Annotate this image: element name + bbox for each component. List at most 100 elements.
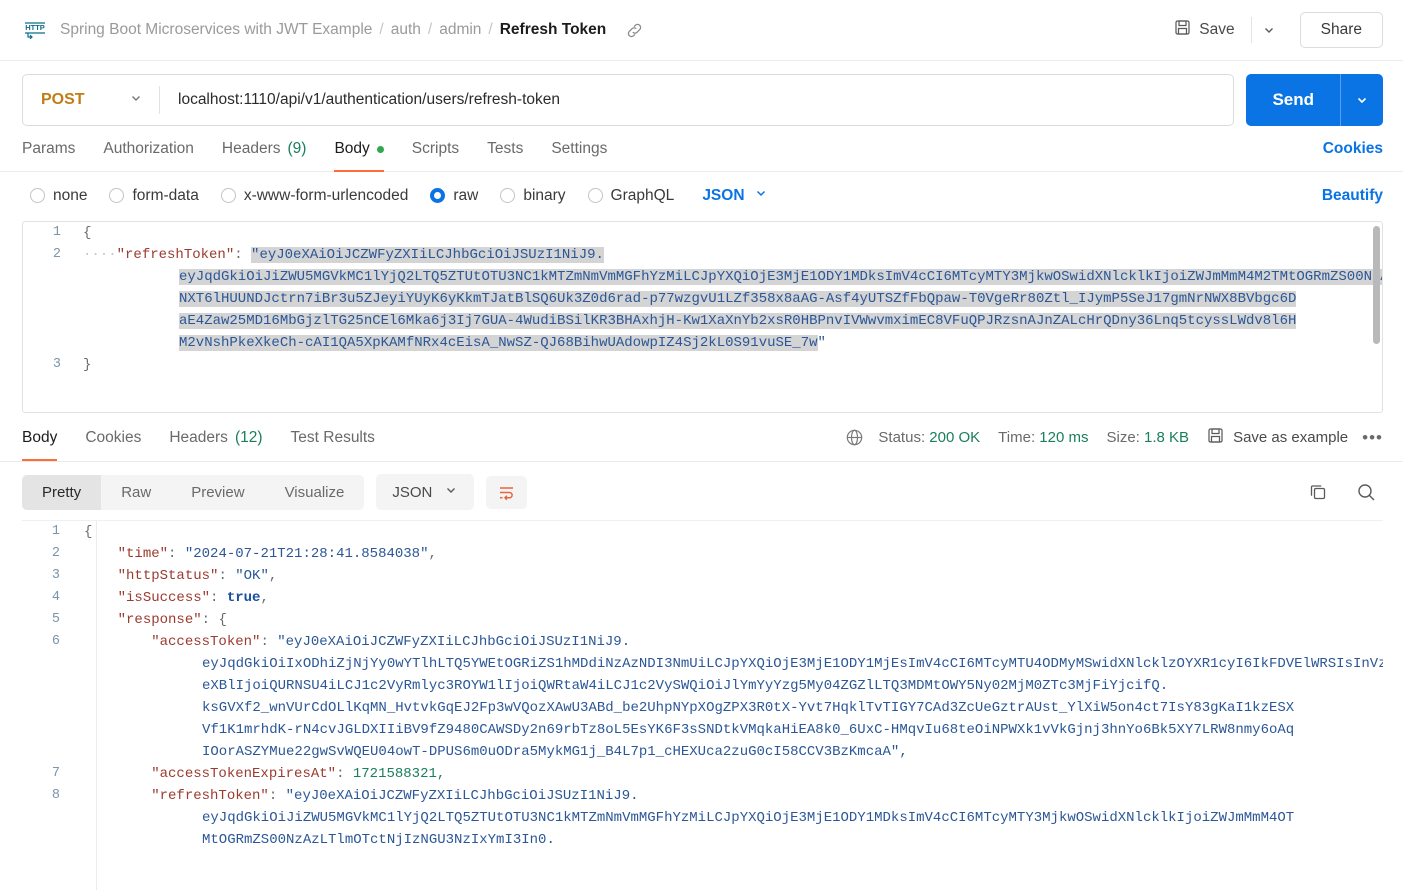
jwt-segment: aE4Zaw25MD16MbGjzlTG25nCEl6Mka6j3Ij7GUA-… xyxy=(179,313,1297,329)
tab-body[interactable]: Body xyxy=(320,140,397,172)
code-line: M2vNshPkeXkeCh-cAI1QA5XpKAMfNRx4cEisA_Nw… xyxy=(23,332,1382,354)
share-button[interactable]: Share xyxy=(1299,12,1383,48)
json-colon: : xyxy=(210,590,227,606)
cookies-link[interactable]: Cookies xyxy=(1323,140,1383,171)
body-type-none[interactable]: none xyxy=(30,187,87,205)
svg-text:HTTP: HTTP xyxy=(25,23,45,32)
jwt-segment: IOorASZYMue22gwSvWQEU04owT-DPUS6m0uODra5… xyxy=(202,744,908,760)
send-button[interactable]: Send xyxy=(1246,74,1340,126)
json-key: "httpStatus" xyxy=(117,568,219,584)
json-comma: , xyxy=(268,568,278,584)
view-preview[interactable]: Preview xyxy=(171,475,264,510)
jwt-segment: eyJ0eXAiOiJCZWFyZXIiLCJhbGciOiJSUzI1NiJ9… xyxy=(259,247,604,263)
http-icon: HTTP xyxy=(22,19,48,41)
breadcrumb-collection[interactable]: Spring Boot Microservices with JWT Examp… xyxy=(60,21,372,39)
beautify-button[interactable]: Beautify xyxy=(1322,187,1383,205)
body-type-binary[interactable]: binary xyxy=(500,187,566,205)
code-content: } xyxy=(75,354,1382,376)
response-tab-body[interactable]: Body xyxy=(22,428,71,461)
tab-scripts[interactable]: Scripts xyxy=(398,140,473,171)
breadcrumb-subfolder[interactable]: admin xyxy=(439,21,481,39)
chevron-down-icon xyxy=(444,483,458,501)
view-visualize[interactable]: Visualize xyxy=(265,475,365,510)
line-number: 1 xyxy=(51,524,60,539)
body-type-graphql[interactable]: GraphQL xyxy=(587,187,674,205)
breadcrumb: Spring Boot Microservices with JWT Examp… xyxy=(60,21,606,39)
tab-authorization[interactable]: Authorization xyxy=(89,140,207,171)
status-value: 200 OK xyxy=(929,429,981,446)
breadcrumb-folder[interactable]: auth xyxy=(391,21,421,39)
tab-label: Tests xyxy=(487,140,524,157)
size-label: Size: xyxy=(1106,429,1140,446)
send-button-group: Send xyxy=(1246,74,1383,126)
tab-tests[interactable]: Tests xyxy=(473,140,537,171)
response-body-viewer[interactable]: 1 { 2 "time": "2024-07-21T21:28:41.85840… xyxy=(22,520,1383,890)
search-icon[interactable] xyxy=(1356,482,1377,503)
body-type-label: raw xyxy=(453,186,479,204)
url-input[interactable] xyxy=(160,75,1234,125)
jwt-segment: ksGVXf2_wnVUrCdOLlKqMN_HvtvkGqEJ2Fp3wVQo… xyxy=(202,700,1295,716)
code-content: "refreshToken": "eyJ0eXAiOiJCZWFyZXIiLCJ… xyxy=(74,785,1383,807)
ellipsis-icon[interactable]: ••• xyxy=(1362,428,1383,448)
code-line: eyJqdGkiOiIxODhiZjNjYy0wYTlhLTQ5YWEtOGRi… xyxy=(22,653,1383,675)
status-badge: Status: 200 OK xyxy=(878,429,980,446)
link-icon[interactable] xyxy=(626,22,643,39)
tab-label: Body xyxy=(334,140,370,157)
line-number: 4 xyxy=(51,590,60,605)
save-options-chevron-down-icon[interactable] xyxy=(1250,17,1286,43)
response-format-selector[interactable]: JSON xyxy=(376,474,475,510)
code-content: { xyxy=(74,521,1383,543)
line-number: 3 xyxy=(51,568,60,583)
code-line: 2 ····"refreshToken": "eyJ0eXAiOiJCZWFyZ… xyxy=(23,244,1382,266)
json-brace: { xyxy=(218,612,227,628)
body-type-form-data[interactable]: form-data xyxy=(109,187,199,205)
status-label: Status: xyxy=(878,429,926,446)
json-value: "2024-07-21T21:28:41.8584038" xyxy=(184,546,429,562)
save-as-example-button[interactable]: Save as example xyxy=(1207,427,1348,448)
line-number: 7 xyxy=(51,766,60,781)
view-raw[interactable]: Raw xyxy=(101,475,171,510)
code-line: 4 "isSuccess": true, xyxy=(22,587,1383,609)
body-type-raw[interactable]: raw xyxy=(430,187,478,205)
time-value: 120 ms xyxy=(1039,429,1089,446)
save-button[interactable]: Save xyxy=(1164,13,1244,47)
body-format-selector[interactable]: JSON xyxy=(702,186,767,205)
send-options-chevron-down-icon[interactable] xyxy=(1340,74,1383,126)
code-content: eXBlIjoiQURNSU4iLCJ1c2VyRmlyc3ROYW1lIjoi… xyxy=(74,675,1383,697)
response-tab-headers[interactable]: Headers (12) xyxy=(155,429,276,460)
header-actions: Save Share xyxy=(1164,12,1383,48)
code-line: NXT6lHUUNDJctrn7iBr3u5ZJeyiYUyK6yKkmTJat… xyxy=(23,288,1382,310)
request-editor-scrollbar[interactable] xyxy=(1373,226,1380,344)
tab-label: Body xyxy=(22,428,58,446)
code-content: "accessTokenExpiresAt": 1721588321, xyxy=(74,763,1383,785)
response-tool-actions xyxy=(1308,482,1383,503)
copy-icon[interactable] xyxy=(1308,482,1328,502)
tab-headers[interactable]: Headers (9) xyxy=(208,140,321,171)
breadcrumb-request-name[interactable]: Refresh Token xyxy=(500,21,607,39)
tab-settings[interactable]: Settings xyxy=(537,140,621,171)
tab-label: Cookies xyxy=(85,428,142,446)
tab-label: Params xyxy=(22,140,76,157)
word-wrap-icon[interactable] xyxy=(486,475,528,509)
request-header: HTTP Spring Boot Microservices with JWT … xyxy=(0,0,1403,61)
http-method-selector[interactable]: POST xyxy=(23,75,159,125)
response-tab-test-results[interactable]: Test Results xyxy=(277,429,389,460)
request-code-scroll: 1 { 2 ····"refreshToken": "eyJ0eXAiOiJCZ… xyxy=(23,222,1382,412)
body-type-urlencoded[interactable]: x-www-form-urlencoded xyxy=(220,187,408,205)
floppy-disk-icon xyxy=(1174,19,1191,41)
size-value: 1.8 KB xyxy=(1144,429,1190,446)
breadcrumb-separator: / xyxy=(427,21,433,38)
code-content: MtOGRmZS00NzAzLTlmOTctNjIzNGU3NzIxYmI3In… xyxy=(74,829,1383,851)
code-line: eyJqdGkiOiJiZWU5MGVkMC1lYjQ2LTQ5ZTUtOTU3… xyxy=(23,266,1382,288)
tab-params[interactable]: Params xyxy=(22,140,89,171)
save-label: Save xyxy=(1199,21,1235,38)
breadcrumb-separator: / xyxy=(379,21,384,38)
response-tab-cookies[interactable]: Cookies xyxy=(71,429,155,460)
view-pretty[interactable]: Pretty xyxy=(22,474,102,510)
jwt-segment: "eyJ0eXAiOiJCZWFyZXIiLCJhbGciOiJSUzI1NiJ… xyxy=(285,788,639,804)
json-value: "OK" xyxy=(235,568,269,584)
code-content: "response": { xyxy=(74,609,1383,631)
request-body-editor[interactable]: 1 { 2 ····"refreshToken": "eyJ0eXAiOiJCZ… xyxy=(22,221,1383,413)
response-view-segmented: Pretty Raw Preview Visualize xyxy=(22,474,365,510)
code-line: 3 "httpStatus": "OK", xyxy=(22,565,1383,587)
